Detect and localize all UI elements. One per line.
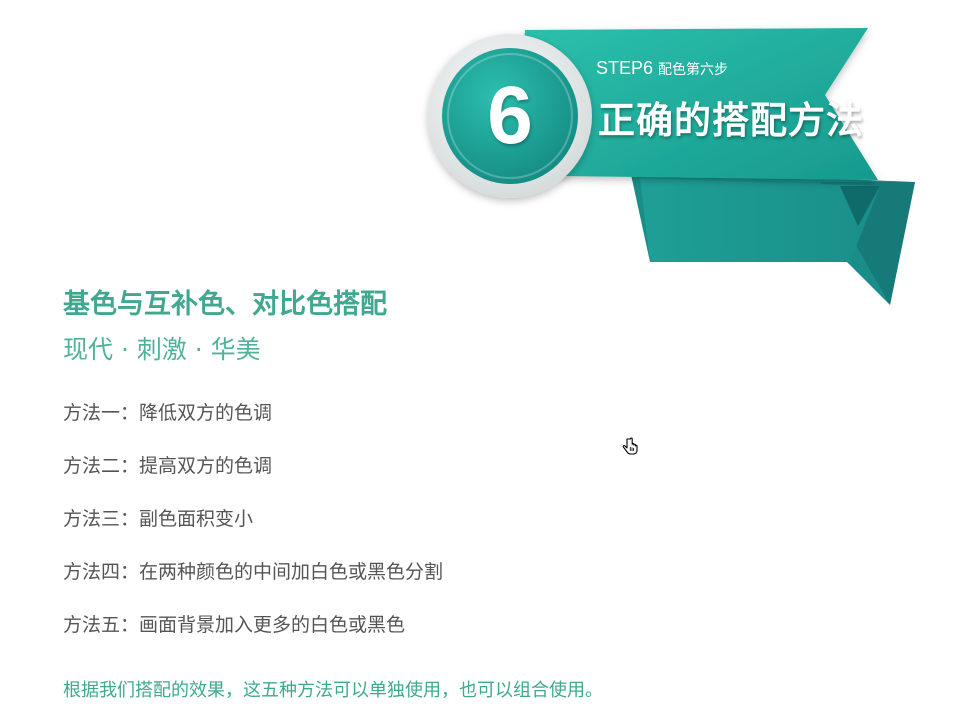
step-number: 6 xyxy=(487,70,533,161)
step-id: STEP6 xyxy=(596,58,654,78)
method-item: 方法二：提高双方的色调 xyxy=(63,455,273,477)
method-item: 方法三：副色面积变小 xyxy=(63,508,254,530)
step-label: STEP6 配色第六步 xyxy=(596,58,728,79)
slide: 6 STEP6 配色第六步 正确的搭配方法 基色与互补色、对比色搭配 现代 · 刺… xyxy=(0,0,960,718)
section-heading: 基色与互补色、对比色搭配 xyxy=(63,289,387,320)
banner-title: 正确的搭配方法 xyxy=(598,99,864,142)
step-subtitle: 配色第六步 xyxy=(658,62,729,78)
method-list: 方法一：降低双方的色调 方法二：提高双方的色调 方法三：副色面积变小 方法四：在… xyxy=(63,398,443,663)
method-item: 方法一：降低双方的色调 xyxy=(63,402,273,424)
method-item: 方法四：在两种颜色的中间加白色或黑色分割 xyxy=(63,561,444,583)
hand-pointer-icon xyxy=(622,437,638,455)
footer-note: 根据我们搭配的效果，这五种方法可以单独使用，也可以组合使用。 xyxy=(63,680,603,701)
section-subheading: 现代 · 刺激 · 华美 xyxy=(63,335,261,364)
method-item: 方法五：画面背景加入更多的白色或黑色 xyxy=(63,614,406,636)
